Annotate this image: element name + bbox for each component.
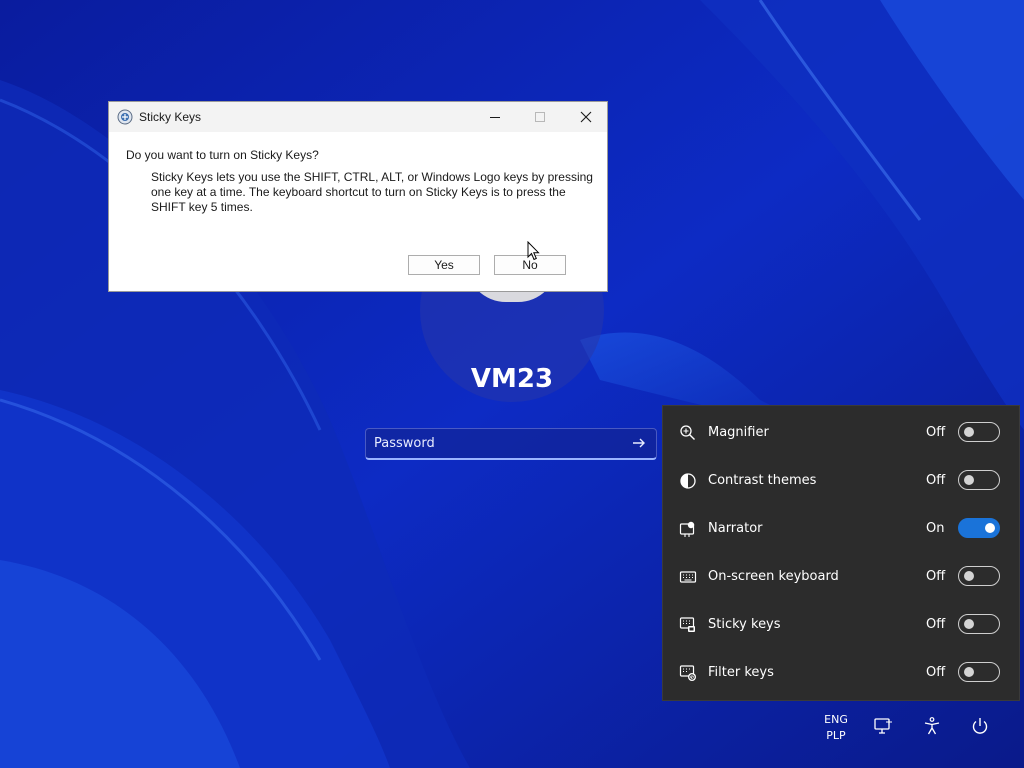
filter-keys-toggle[interactable] [958,662,1000,682]
accessibility-flyout: Magnifier Off Contrast themes Off Narrat… [662,405,1020,701]
accessibility-item-label: Contrast themes [708,473,817,488]
accessibility-item-contrast-themes[interactable]: Contrast themes Off [663,456,1019,504]
accessibility-item-magnifier[interactable]: Magnifier Off [663,408,1019,456]
accessibility-icon[interactable] [922,716,942,736]
sticky-keys-icon [679,617,695,632]
filter-keys-icon [679,665,696,681]
keyboard-layout-code: PLP [826,729,846,742]
magnifier-icon [680,425,695,440]
dialog-question: Do you want to turn on Sticky Keys? [126,148,319,162]
accessibility-item-state: Off [926,617,946,632]
accessibility-item-state: Off [926,569,946,584]
maximize-icon [535,112,545,122]
ease-of-access-icon [117,109,133,125]
close-icon[interactable] [576,107,596,127]
accessibility-item-label: Sticky keys [708,617,781,632]
narrator-icon [679,521,695,537]
accessibility-item-label: Magnifier [708,425,769,440]
accessibility-item-label: Filter keys [708,665,774,680]
accessibility-item-filter-keys[interactable]: Filter keys Off [663,648,1019,696]
mouse-cursor-icon [527,241,540,261]
dialog-body: Sticky Keys lets you use the SHIFT, CTRL… [151,170,593,214]
sticky-keys-dialog: Sticky Keys Do you want to turn on Stick… [108,101,608,292]
contrast-themes-toggle[interactable] [958,470,1000,490]
accessibility-item-sticky-keys[interactable]: Sticky keys Off [663,600,1019,648]
accessibility-item-label: On-screen keyboard [708,569,839,584]
password-placeholder: Password [374,436,435,451]
accessibility-item-state: Off [926,425,946,440]
submit-arrow-icon[interactable] [630,434,648,452]
network-icon[interactable] [873,716,893,736]
keyboard-icon [679,571,697,583]
accessibility-item-label: Narrator [708,521,763,536]
dialog-title-bar[interactable]: Sticky Keys [109,102,607,132]
accessibility-item-on-screen-keyboard[interactable]: On-screen keyboard Off [663,552,1019,600]
accessibility-item-state: Off [926,473,946,488]
username-label: VM23 [470,364,554,394]
dialog-title: Sticky Keys [139,110,202,124]
contrast-icon [680,473,696,489]
accessibility-item-state: Off [926,665,946,680]
language-code: ENG [824,713,848,726]
accessibility-item-state: On [926,521,945,536]
sticky-keys-toggle[interactable] [958,614,1000,634]
on-screen-keyboard-toggle[interactable] [958,566,1000,586]
narrator-toggle[interactable] [958,518,1000,538]
language-indicator[interactable]: ENG PLP [818,712,854,744]
yes-button[interactable]: Yes [408,255,480,275]
password-field[interactable]: Password [365,428,657,460]
accessibility-item-narrator[interactable]: Narrator On [663,504,1019,552]
power-icon[interactable] [970,716,990,736]
magnifier-toggle[interactable] [958,422,1000,442]
minimize-icon[interactable] [485,107,505,127]
